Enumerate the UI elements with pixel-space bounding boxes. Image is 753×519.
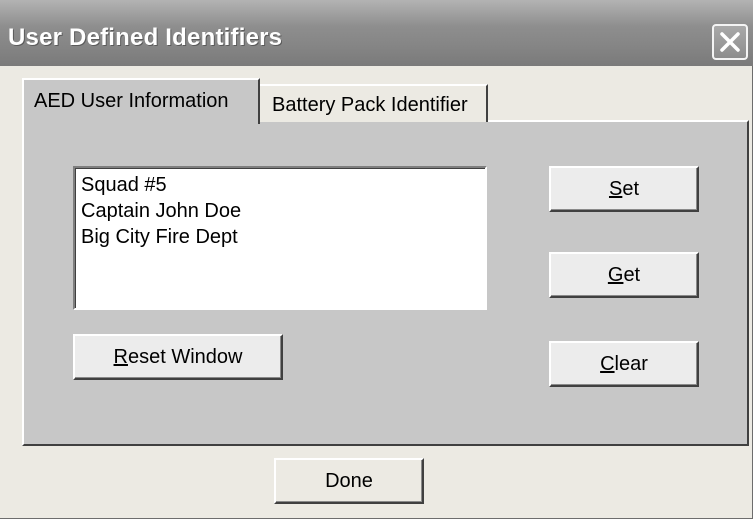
dialog-window: User Defined Identifiers Battery Pack Id… [0,0,753,519]
reset-window-button-accel: R [113,346,128,368]
close-icon [720,32,740,52]
clear-button[interactable]: Clear [549,341,699,387]
tab-battery-pack-identifier[interactable]: Battery Pack Identifier [258,84,488,122]
identifiers-listbox[interactable]: Squad #5 Captain John Doe Big City Fire … [73,166,487,310]
window-title: User Defined Identifiers [8,24,283,51]
get-button[interactable]: Get [549,252,699,298]
clear-button-accel: C [600,353,615,375]
reset-window-button-label: eset Window [127,346,243,368]
reset-window-button[interactable]: Reset Window [73,334,283,380]
get-button-accel: G [607,264,624,286]
clear-button-label: lear [614,353,648,375]
list-item[interactable]: Big City Fire Dept [81,224,485,250]
done-button[interactable]: Done [274,458,424,504]
set-button[interactable]: Set [549,166,699,212]
tab-aed-user-information[interactable]: AED User Information [22,78,260,124]
title-bar[interactable]: User Defined Identifiers [0,0,753,66]
close-button[interactable] [712,24,748,60]
set-button-accel: S [608,178,623,200]
list-item[interactable]: Captain John Doe [81,198,485,224]
list-item[interactable]: Squad #5 [81,172,485,198]
get-button-label: et [623,264,641,286]
set-button-label: et [622,178,640,200]
